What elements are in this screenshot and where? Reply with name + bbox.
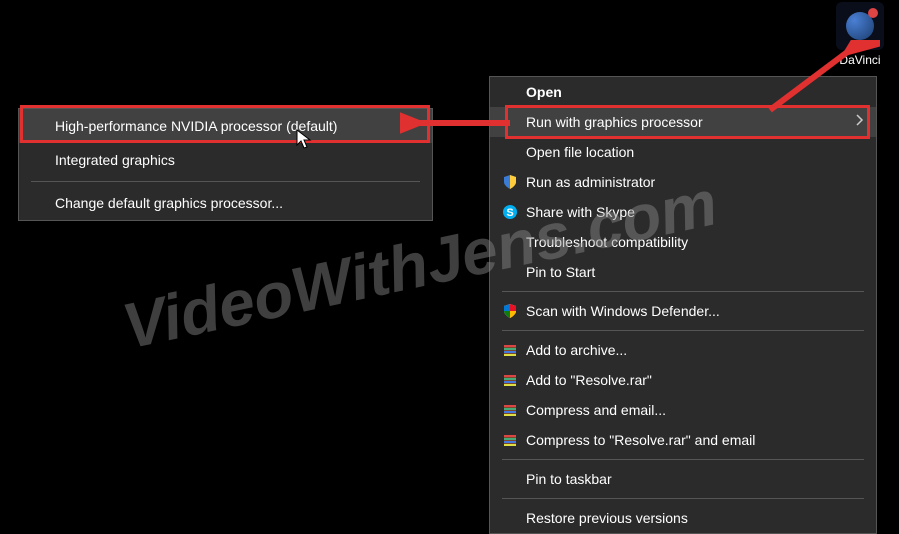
submenu-item-change-default[interactable]: Change default graphics processor...	[19, 186, 432, 220]
archive-icon	[498, 340, 522, 360]
skype-icon: S	[498, 202, 522, 222]
menu-item-restore-versions[interactable]: Restore previous versions	[490, 503, 876, 533]
menu-separator	[31, 181, 420, 182]
archive-icon	[498, 400, 522, 420]
blank-icon	[498, 262, 522, 282]
davinci-app-icon	[836, 2, 884, 50]
defender-shield-icon	[498, 301, 522, 321]
archive-icon	[498, 430, 522, 450]
shield-admin-icon	[498, 172, 522, 192]
desktop-icon-label: DaVinci	[826, 53, 894, 67]
menu-label: Change default graphics processor...	[55, 195, 420, 211]
menu-item-share-skype[interactable]: S Share with Skype	[490, 197, 876, 227]
menu-label: Add to "Resolve.rar"	[522, 372, 864, 388]
menu-label: Share with Skype	[522, 204, 864, 220]
menu-label: Pin to taskbar	[522, 471, 864, 487]
menu-label: Integrated graphics	[55, 152, 420, 168]
menu-label: Run as administrator	[522, 174, 864, 190]
menu-separator	[502, 291, 864, 292]
desktop-icon-davinci[interactable]: DaVinci	[826, 2, 894, 67]
menu-item-run-gpu[interactable]: Run with graphics processor	[490, 107, 876, 137]
menu-label: Troubleshoot compatibility	[522, 234, 864, 250]
menu-item-compress-resolve-email[interactable]: Compress to "Resolve.rar" and email	[490, 425, 876, 455]
menu-separator	[502, 330, 864, 331]
submenu-item-integrated[interactable]: Integrated graphics	[19, 143, 432, 177]
menu-label: Restore previous versions	[522, 510, 864, 526]
menu-label: Open	[522, 84, 864, 100]
menu-item-scan-defender[interactable]: Scan with Windows Defender...	[490, 296, 876, 326]
menu-item-add-resolve-rar[interactable]: Add to "Resolve.rar"	[490, 365, 876, 395]
menu-separator	[502, 498, 864, 499]
menu-item-pin-taskbar[interactable]: Pin to taskbar	[490, 464, 876, 494]
blank-icon	[498, 112, 522, 132]
menu-item-open[interactable]: Open	[490, 77, 876, 107]
menu-label: Add to archive...	[522, 342, 864, 358]
blank-icon	[498, 82, 522, 102]
archive-icon	[498, 370, 522, 390]
svg-text:S: S	[506, 207, 513, 219]
menu-label: Compress to "Resolve.rar" and email	[522, 432, 864, 448]
menu-item-compress-email[interactable]: Compress and email...	[490, 395, 876, 425]
blank-icon	[498, 508, 522, 528]
menu-label: Compress and email...	[522, 402, 864, 418]
menu-label: Open file location	[522, 144, 864, 160]
menu-item-add-archive[interactable]: Add to archive...	[490, 335, 876, 365]
menu-item-open-location[interactable]: Open file location	[490, 137, 876, 167]
menu-label: High-performance NVIDIA processor (defau…	[55, 118, 420, 134]
menu-item-pin-start[interactable]: Pin to Start	[490, 257, 876, 287]
submenu-item-nvidia[interactable]: High-performance NVIDIA processor (defau…	[19, 109, 432, 143]
blank-icon	[498, 469, 522, 489]
blank-icon	[498, 232, 522, 252]
context-menu-gpu-submenu: High-performance NVIDIA processor (defau…	[18, 108, 433, 221]
menu-item-run-admin[interactable]: Run as administrator	[490, 167, 876, 197]
menu-label: Scan with Windows Defender...	[522, 303, 864, 319]
menu-item-troubleshoot[interactable]: Troubleshoot compatibility	[490, 227, 876, 257]
menu-label: Pin to Start	[522, 264, 864, 280]
context-menu-main: Open Run with graphics processor Open fi…	[489, 76, 877, 534]
menu-separator	[502, 459, 864, 460]
menu-label: Run with graphics processor	[522, 114, 848, 130]
chevron-right-icon	[856, 113, 864, 131]
blank-icon	[498, 142, 522, 162]
